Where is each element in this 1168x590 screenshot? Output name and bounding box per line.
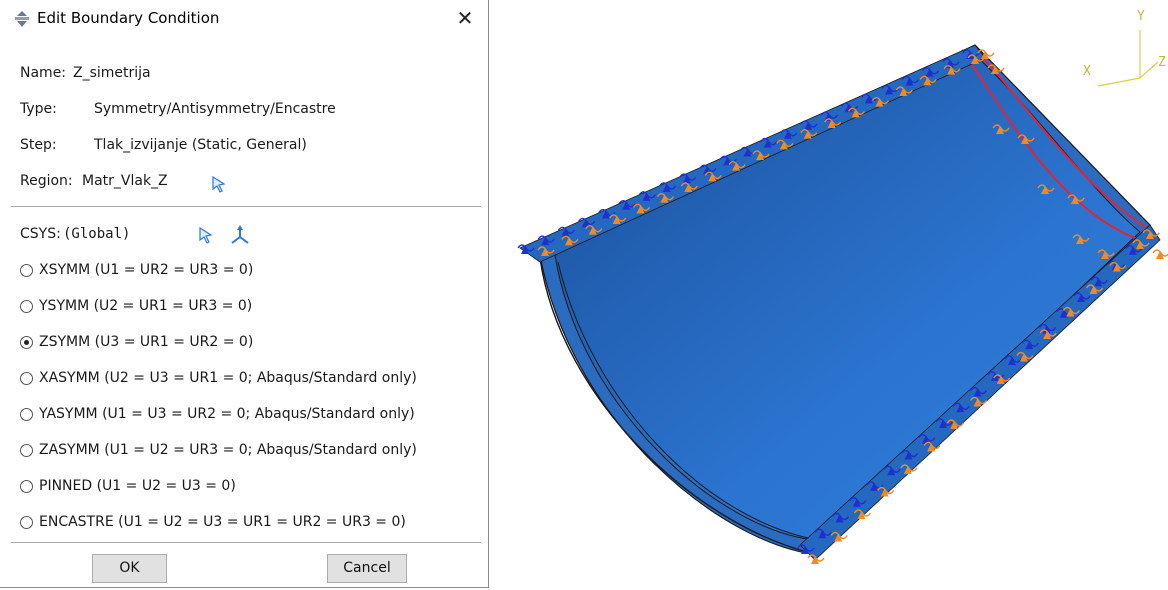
region-value: Matr_Vlak_Z: [82, 173, 168, 189]
option-label: YASYMM (U1 = U3 = UR2 = 0; Abaqus/Standa…: [39, 406, 415, 422]
abaqus-bc-icon: [15, 11, 29, 27]
ok-button[interactable]: OK: [92, 554, 167, 583]
name-label: Name:: [20, 65, 67, 81]
radio-button[interactable]: [20, 516, 33, 529]
radio-button[interactable]: [20, 336, 33, 349]
type-value: Symmetry/Antisymmetry/Encastre: [94, 101, 336, 117]
dialog-titlebar[interactable]: Edit Boundary Condition ✕: [0, 0, 489, 34]
option-label: XSYMM (U1 = UR2 = UR3 = 0): [39, 262, 254, 278]
region-label: Region:: [20, 173, 73, 189]
option-label: ENCASTRE (U1 = U2 = U3 = UR1 = UR2 = UR3…: [39, 514, 406, 530]
name-value: Z_simetrija: [73, 65, 151, 81]
type-label: Type:: [20, 101, 57, 117]
axis-z-label: Z: [1158, 55, 1166, 70]
step-label: Step:: [20, 137, 57, 153]
option-label: XASYMM (U2 = U3 = UR1 = 0; Abaqus/Standa…: [39, 370, 417, 386]
close-button[interactable]: ✕: [452, 6, 478, 30]
radio-button[interactable]: [20, 264, 33, 277]
step-row: Step:: [20, 137, 57, 153]
select-arrow-icon[interactable]: [210, 175, 226, 193]
cancel-button[interactable]: Cancel: [327, 554, 407, 583]
option-label: PINNED (U1 = U2 = U3 = 0): [39, 478, 236, 494]
csys-value: (Global): [63, 226, 131, 242]
divider: [11, 542, 481, 543]
name-row: Name:: [20, 65, 66, 81]
divider-highlight: [11, 207, 481, 208]
csys-triad-icon[interactable]: [229, 224, 251, 246]
dialog-title: Edit Boundary Condition: [37, 9, 220, 27]
csys-row: CSYS:: [20, 226, 61, 242]
radio-selected-dot: [24, 340, 29, 345]
radio-button[interactable]: [20, 408, 33, 421]
axis-y-label: Y: [1137, 9, 1145, 24]
encastre-marker: [1152, 249, 1168, 259]
type-row: Type:: [20, 101, 57, 117]
radio-button[interactable]: [20, 300, 33, 313]
csys-triad-viewport: Y X Z: [1083, 9, 1166, 87]
step-value: Tlak_izvijanje (Static, General): [94, 137, 307, 153]
option-label: ZSYMM (U3 = UR1 = UR2 = 0): [39, 334, 254, 350]
close-icon: ✕: [456, 6, 474, 30]
option-label: YSYMM (U2 = UR1 = UR3 = 0): [39, 298, 253, 314]
region-row: Region:: [20, 173, 73, 189]
edit-boundary-condition-dialog: Edit Boundary Condition ✕ Name: Z_simetr…: [0, 0, 489, 588]
model-viewport[interactable]: Y X Z: [490, 0, 1168, 590]
select-arrow-icon[interactable]: [197, 226, 213, 244]
option-label: ZASYMM (U1 = U2 = UR3 = 0; Abaqus/Standa…: [39, 442, 417, 458]
axis-x-label: X: [1083, 64, 1091, 79]
csys-label: CSYS:: [20, 226, 61, 242]
radio-button[interactable]: [20, 444, 33, 457]
radio-button[interactable]: [20, 480, 33, 493]
radio-button[interactable]: [20, 372, 33, 385]
